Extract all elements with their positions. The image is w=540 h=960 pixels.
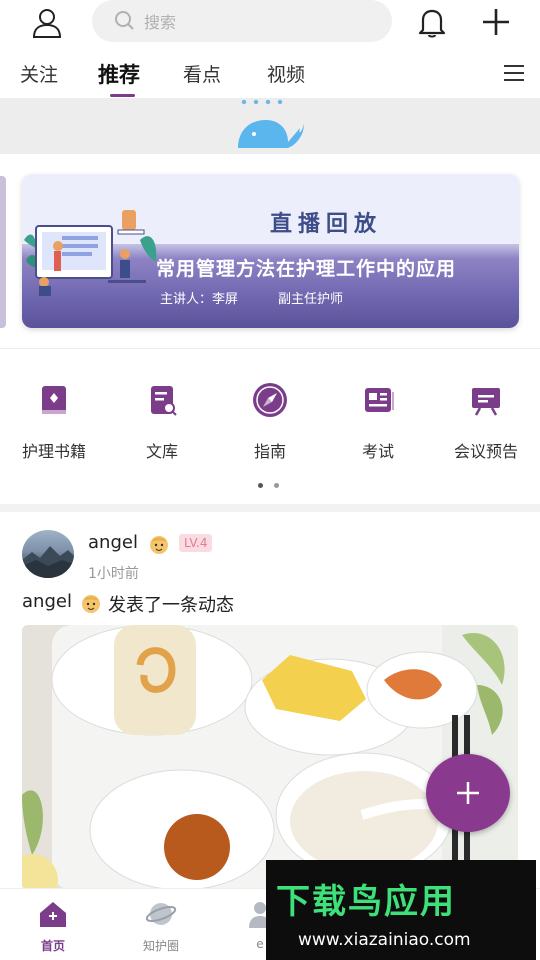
category-tabs: 关注 推荐 看点 视频: [0, 52, 540, 96]
watermark-logo-text: 下载鸟应用: [276, 882, 456, 922]
tab-follow[interactable]: 关注: [20, 60, 58, 87]
nav-home[interactable]: 首页: [3, 889, 103, 954]
entry-nursing-books[interactable]: 护理书籍: [0, 370, 108, 462]
plus-icon[interactable]: [478, 5, 514, 39]
entry-exam[interactable]: 考试: [324, 370, 432, 462]
banner-headline: 常用管理方法在护理工作中的应用: [156, 258, 457, 280]
entry-library[interactable]: 文库: [108, 370, 216, 462]
create-post-fab[interactable]: [426, 754, 510, 832]
planet-icon: [145, 903, 177, 925]
watermark-overlay: 下载鸟应用 www.xiazainiao.com: [266, 860, 536, 960]
banner-title: 直播回放: [270, 212, 383, 237]
watermark-url: www.xiazainiao.com: [298, 930, 471, 950]
library-icon: [151, 386, 177, 416]
post-username[interactable]: angel: [88, 532, 138, 553]
baby-emoji-icon: [150, 536, 168, 554]
post-avatar[interactable]: [22, 530, 74, 578]
mountain-landscape-image: [22, 546, 74, 578]
active-tab-indicator: [110, 94, 135, 97]
home-icon: [40, 902, 66, 927]
post-text: 发表了一条动态: [108, 595, 234, 616]
page-dot-active: [258, 483, 263, 488]
post-timestamp: 1小时前: [88, 566, 139, 582]
entry-guide[interactable]: 指南: [216, 370, 324, 462]
compass-icon: [253, 383, 287, 417]
whale-loading-icon: [238, 99, 304, 148]
bell-icon[interactable]: [414, 5, 450, 39]
top-bar: 搜索: [0, 0, 540, 46]
banner-speaker: 主讲人：李屏: [160, 292, 239, 307]
baby-emoji-icon: [82, 595, 100, 613]
search-icon: [115, 11, 134, 30]
plus-icon: [457, 782, 479, 804]
search-bar[interactable]: 搜索: [92, 0, 392, 42]
presentation-illustration: [24, 210, 157, 296]
tab-recommend[interactable]: 推荐: [98, 59, 140, 89]
live-replay-banner[interactable]: 直播回放 常用管理方法在护理工作中的应用 主讲人：李屏 副主任护师: [22, 174, 519, 328]
tab-highlights[interactable]: 看点: [183, 60, 221, 87]
level-badge: LV.4: [179, 534, 213, 552]
section-gap: [0, 504, 540, 512]
entry-meeting-preview[interactable]: 会议预告: [432, 370, 540, 462]
divider: [0, 348, 540, 349]
menu-icon[interactable]: [502, 62, 526, 84]
meeting-icon: [472, 388, 500, 416]
tab-video[interactable]: 视频: [267, 60, 305, 87]
banner-prev-peek: [0, 176, 6, 328]
quick-entry-grid: 护理书籍 文库 指南 考试 会议预告: [0, 370, 540, 470]
search-placeholder: 搜索: [144, 13, 177, 32]
post-text-username: angel: [22, 591, 72, 612]
user-icon[interactable]: [30, 6, 64, 40]
page-dot: [274, 483, 279, 488]
banner-speaker-role: 副主任护师: [278, 292, 344, 307]
nav-nursing-circle[interactable]: 知护圈: [111, 889, 211, 954]
page-indicator: [258, 482, 284, 490]
book-icon: [42, 386, 66, 414]
exam-icon: [365, 388, 394, 412]
